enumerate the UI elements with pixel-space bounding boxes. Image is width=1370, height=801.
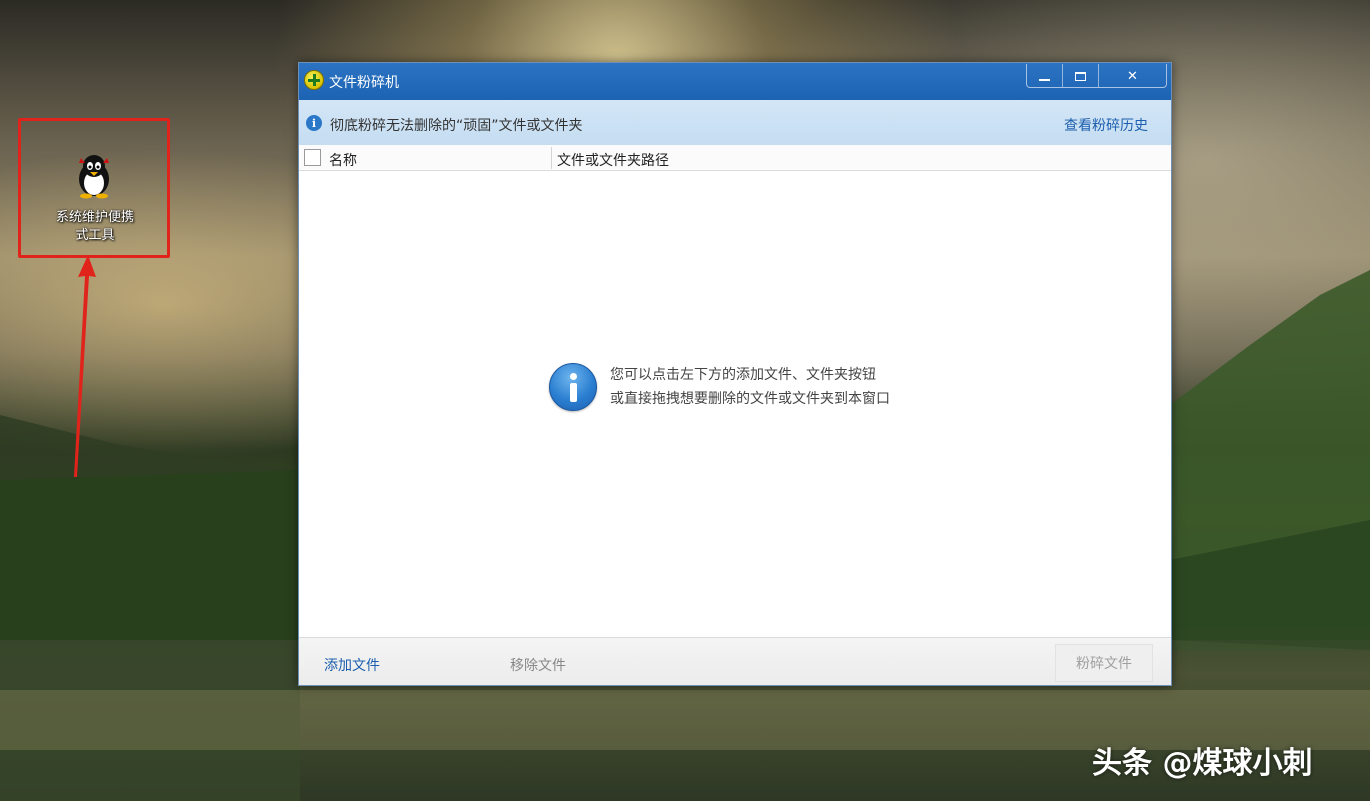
minimize-icon (1039, 79, 1050, 81)
remove-file-button[interactable]: 移除文件 (510, 655, 566, 675)
window-footer: 添加文件 移除文件 粉碎文件 (299, 637, 1171, 685)
annotation-arrow (74, 255, 96, 477)
desktop-shortcut-label: 系统维护便携 式工具 (55, 210, 134, 243)
window-controls: ✕ (1026, 64, 1167, 88)
shredder-app-icon (304, 70, 324, 90)
file-list-header: 名称 文件或文件夹路径 (299, 145, 1171, 171)
file-shredder-window: 文件粉碎机 ✕ i 彻底粉碎无法删除的“顽固”文件或文件夹 查看粉碎历史 名称 … (298, 62, 1172, 686)
maximize-button[interactable] (1063, 64, 1099, 87)
file-list-drop-area[interactable]: 您可以点击左下方的添加文件、文件夹按钮 或直接拖拽想要删除的文件或文件夹到本窗口 (299, 171, 1171, 637)
column-header-name[interactable]: 名称 (329, 150, 357, 170)
hint-text-line-2: 或直接拖拽想要删除的文件或文件夹到本窗口 (610, 391, 890, 407)
view-shred-history-link[interactable]: 查看粉碎历史 (1064, 115, 1148, 135)
minimize-button[interactable] (1027, 64, 1063, 87)
maximize-icon (1075, 71, 1086, 81)
close-button[interactable]: ✕ (1099, 64, 1166, 87)
window-titlebar[interactable]: 文件粉碎机 ✕ (299, 63, 1171, 100)
info-icon: i (306, 115, 322, 131)
hint-text-line-1: 您可以点击左下方的添加文件、文件夹按钮 (610, 367, 876, 383)
window-title: 文件粉碎机 (329, 75, 399, 91)
column-divider[interactable] (551, 147, 552, 169)
select-all-checkbox[interactable] (304, 149, 321, 166)
watermark-text: 头条 @煤球小刺 (1092, 746, 1313, 781)
info-banner: i 彻底粉碎无法删除的“顽固”文件或文件夹 查看粉碎历史 (299, 100, 1171, 145)
close-icon: ✕ (1127, 68, 1138, 84)
column-header-path[interactable]: 文件或文件夹路径 (557, 150, 669, 170)
penguin-icon (79, 155, 109, 199)
hint-info-icon (549, 363, 597, 411)
shred-file-button[interactable]: 粉碎文件 (1055, 644, 1153, 682)
info-banner-text: 彻底粉碎无法删除的“顽固”文件或文件夹 (330, 118, 583, 134)
desktop-shortcut-system-maintenance[interactable]: 系统维护便携 式工具 (18, 118, 170, 258)
add-file-button[interactable]: 添加文件 (324, 655, 380, 675)
